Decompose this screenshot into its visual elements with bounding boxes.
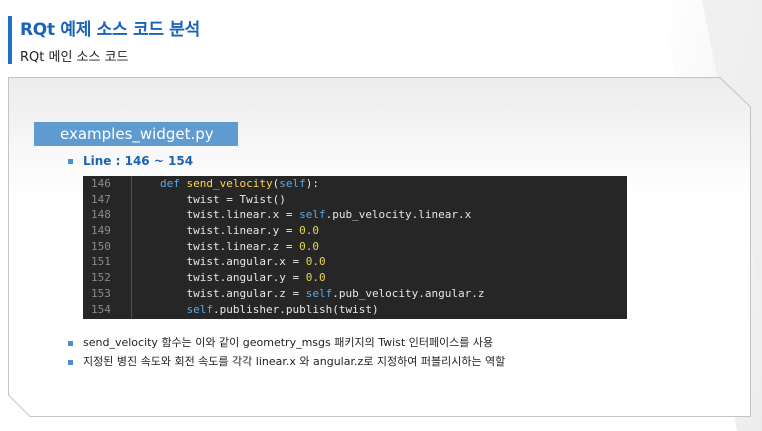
code-text: twist.angular.z = self.pub_velocity.angu…: [160, 286, 485, 300]
code-text: twist = Twist(): [160, 192, 286, 206]
line-number: 150: [91, 239, 111, 253]
line-number: 153: [91, 286, 111, 300]
code-line: 150 twist.linear.z = 0.0: [83, 239, 627, 255]
line-number: 149: [91, 224, 111, 238]
code-line: 149 twist.linear.y = 0.0: [83, 223, 627, 239]
code-text: twist.angular.x = 0.0: [160, 255, 326, 269]
bullet-icon: [68, 340, 73, 346]
line-number: 154: [91, 302, 111, 316]
note-item: send_velocity 함수는 이와 같이 geometry_msgs 패키…: [68, 333, 505, 352]
code-text: self.publisher.publish(twist): [186, 302, 379, 316]
line-number: 151: [91, 255, 111, 269]
note-text: send_velocity 함수는 이와 같이 geometry_msgs 패키…: [83, 336, 494, 349]
note-item: 지정된 병진 속도와 회전 속도를 각각 linear.x 와 angular.…: [68, 352, 505, 371]
header-accent-bar: [8, 16, 12, 64]
note-text: 지정된 병진 속도와 회전 속도를 각각 linear.x 와 angular.…: [83, 355, 506, 368]
code-line: 151 twist.angular.x = 0.0: [83, 254, 627, 270]
line-number: 152: [91, 271, 111, 285]
code-text: twist.linear.y = 0.0: [160, 224, 319, 238]
page-title: RQt 예제 소스 코드 분석: [20, 20, 200, 40]
page-subtitle: RQt 메인 소스 코드: [20, 50, 129, 65]
bullet-icon: [68, 359, 73, 365]
line-range-label: Line : 146 ~ 154: [68, 154, 193, 168]
code-line: 148 twist.linear.x = self.pub_velocity.l…: [83, 207, 627, 223]
file-name-tab: examples_widget.py: [34, 122, 238, 146]
code-block: 146 def send_velocity(self): 147 twist = T…: [83, 176, 627, 319]
code-line: 146 def send_velocity(self):: [83, 176, 627, 192]
slide: RQt 예제 소스 코드 분석 RQt 메인 소스 코드 examples_wi…: [0, 0, 762, 431]
line-number: 146: [91, 177, 111, 190]
code-text: twist.angular.y = 0.0: [160, 271, 326, 285]
bullet-icon: [68, 159, 73, 164]
code-line: 153 twist.angular.z = self.pub_velocity.…: [83, 286, 627, 302]
line-number: 148: [91, 208, 111, 222]
notes-list: send_velocity 함수는 이와 같이 geometry_msgs 패키…: [68, 333, 505, 371]
code-line: 147 twist = Twist(): [83, 192, 627, 208]
code-text: def send_velocity(self):: [160, 177, 319, 190]
code-text: twist.linear.x = self.pub_velocity.linea…: [160, 208, 472, 222]
code-text: twist.linear.z = 0.0: [160, 239, 319, 253]
code-line: 152 twist.angular.y = 0.0: [83, 270, 627, 286]
line-number: 147: [91, 192, 111, 206]
code-line: 154 self.publisher.publish(twist): [83, 302, 627, 318]
